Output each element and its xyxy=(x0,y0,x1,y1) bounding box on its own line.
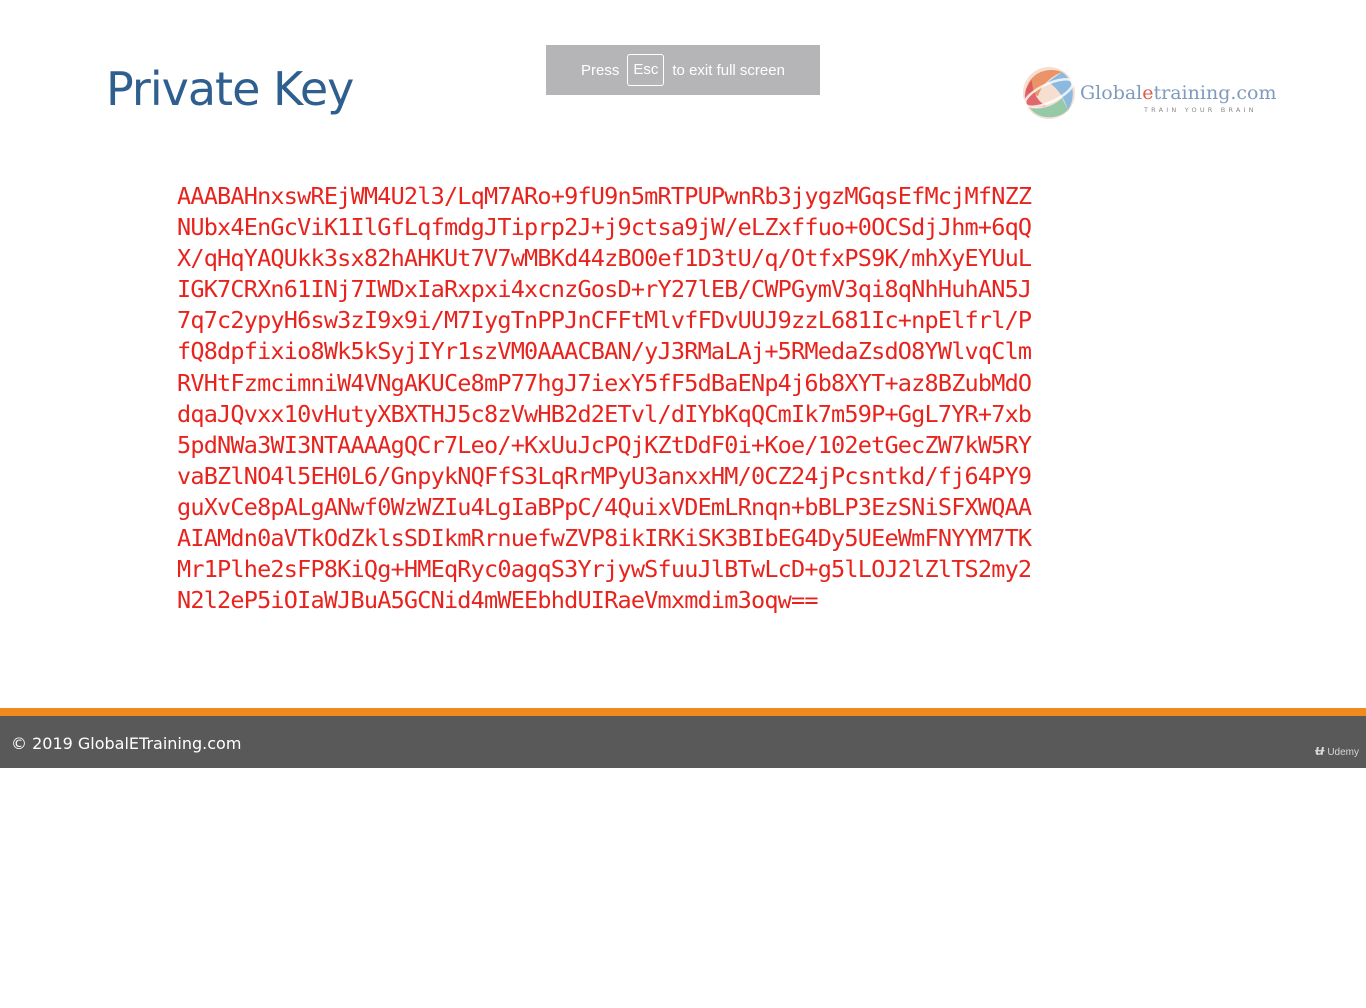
key-line: IGK7CRXn61INj7IWDxIaRxpxi4xcnzGosD+rY27l… xyxy=(177,275,1032,304)
copyright-text: © 2019 GlobalETraining.com xyxy=(11,734,242,753)
globe-logo-icon xyxy=(1023,67,1075,119)
slide-footer: © 2019 GlobalETraining.com ʉ Udemy xyxy=(0,716,1366,768)
key-line: dqaJQvxx10vHutyXBXTHJ5c8zVwHB2d2ETvl/dIY… xyxy=(177,399,1032,428)
notice-prefix: Press xyxy=(581,61,620,79)
key-line: vaBZlNO4l5EH0L6/GnpykNQFfS3LqRrMPyU3anxx… xyxy=(177,461,1032,490)
logo-wordmark: Globaletraining.com xyxy=(1080,82,1277,104)
private-key-text: AAABAHnxswREjWM4U2l3/LqM7ARo+9fU9n5mRTPU… xyxy=(177,181,1032,616)
globaletraining-logo: Globaletraining.com TRAIN YOUR BRAIN xyxy=(1018,62,1277,124)
key-line: NUbx4EnGcViK1IlGfLqfmdgJTiprp2J+j9ctsa9j… xyxy=(177,213,1032,242)
key-line: AIAMdn0aVTkOdZklsSDIkmRrnuefwZVP8ikIRKiS… xyxy=(177,524,1032,553)
key-line: fQ8dpfixio8Wk5kSyjIYr1szVM0AAACBAN/yJ3RM… xyxy=(177,337,1032,366)
udemy-logo-icon: ʉ xyxy=(1315,742,1325,759)
key-line: AAABAHnxswREjWM4U2l3/LqM7ARo+9fU9n5mRTPU… xyxy=(177,182,1032,210)
key-line: guXvCe8pALgANwf0WzWZIu4LgIaBPpC/4QuixVDE… xyxy=(177,492,1032,521)
key-line: 5pdNWa3WI3NTAAAAgQCr7Leo/+KxUuJcPQjKZtDd… xyxy=(177,430,1032,459)
key-line: RVHtFzmcimniW4VNgAKUCe8mP77hgJ7iexY5fF5d… xyxy=(177,368,1032,397)
footer-accent-stripe xyxy=(0,708,1366,716)
slide-viewer[interactable]: Private Key Globaletraining.com TRAIN YO… xyxy=(0,0,1366,768)
fullscreen-exit-notice: Press Esc to exit full screen xyxy=(546,45,820,95)
key-line: X/qHqYAQUkk3sx82hAHKUt7V7wMBKd44zBO0ef1D… xyxy=(177,244,1032,273)
key-line: N2l2eP5iOIaWJBuA5GCNid4mWEEbhdUIRaeVmxmd… xyxy=(177,586,819,615)
key-line: 7q7c2ypyH6sw3zI9x9i/M7IygTnPPJnCFFtMlvfF… xyxy=(177,306,1032,335)
esc-key-badge: Esc xyxy=(627,54,665,86)
udemy-brand: ʉ Udemy xyxy=(1315,742,1359,759)
key-line: Mr1Plhe2sFP8KiQg+HMEqRyc0agqS3YrjywSfuuJ… xyxy=(177,555,1032,584)
slide-title: Private Key xyxy=(106,62,354,116)
udemy-brand-text: Udemy xyxy=(1327,747,1359,758)
notice-suffix: to exit full screen xyxy=(672,61,785,79)
logo-tagline: TRAIN YOUR BRAIN xyxy=(1144,106,1257,114)
